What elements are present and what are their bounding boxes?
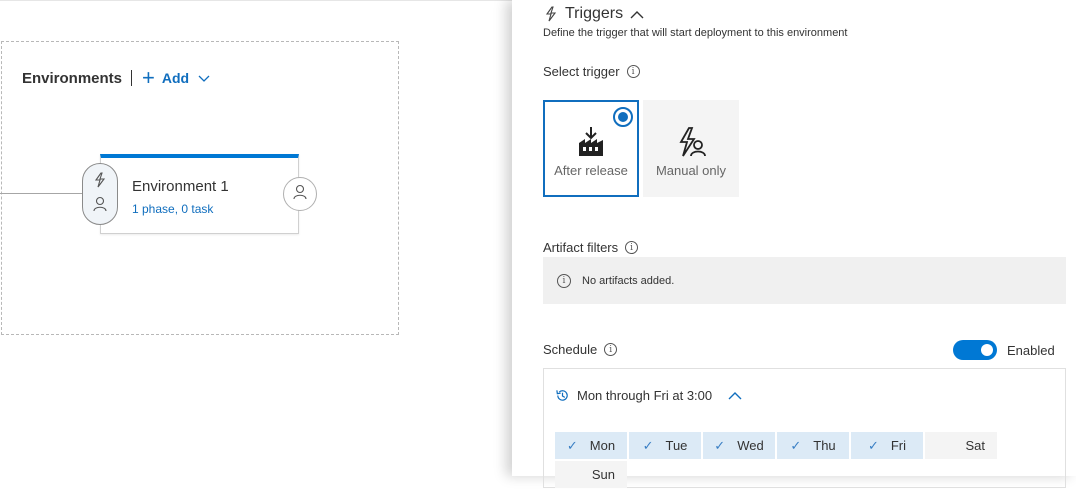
day-mon-toggle[interactable]: ✓ Mon [555,432,627,459]
check-icon: ✓ [642,437,654,453]
environment-tasks-link[interactable]: 1 phase, 0 task [132,202,213,216]
artifact-filters-message: i No artifacts added. [543,257,1066,304]
check-icon: ✓ [566,437,578,453]
day-sun-toggle[interactable]: Sun [555,461,627,488]
trigger-option-manual-only[interactable]: Manual only [643,100,739,197]
artifact-filters-text: Artifact filters [543,240,619,255]
day-fri-toggle[interactable]: ✓ Fri [851,432,923,459]
schedule-summary-toggle[interactable]: Mon through Fri at 3:00 [555,388,742,403]
environments-header: Environments + Add [22,65,210,90]
manual-only-label: Manual only [655,163,727,178]
day-label: Sun [591,467,615,482]
pre-deployment-conditions-button[interactable] [82,163,118,225]
person-icon [293,184,307,205]
triggers-section-header[interactable]: Triggers [543,5,644,23]
schedule-enabled-toggle[interactable] [953,340,997,360]
release-factory-icon [576,126,606,158]
select-trigger-label: Select trigger i [543,64,640,79]
no-artifacts-text: No artifacts added. [582,274,675,287]
pipeline-canvas: Environments + Add Environment 1 1 phase… [0,0,512,476]
check-icon: ✓ [790,437,802,453]
artifact-connector-line [0,193,84,194]
header-separator [131,70,133,86]
day-tue-toggle[interactable]: ✓ Tue [629,432,701,459]
schedule-container: Mon through Fri at 3:00 ✓ Mon ✓ Tue ✓ Wed ✓… [543,368,1066,488]
chevron-up-icon [728,391,742,400]
info-icon[interactable]: i [625,241,639,254]
select-trigger-text: Select trigger [543,64,620,79]
info-icon[interactable]: i [604,343,618,356]
schedule-summary-text: Mon through Fri at 3:00 [577,388,713,403]
environments-title: Environments [22,69,123,87]
canvas-top-divider [0,0,512,1]
plus-icon: + [142,65,155,90]
day-label: Mon [589,438,616,453]
day-sat-toggle[interactable]: Sat [925,432,997,459]
day-label: Sat [965,438,985,453]
after-release-label: After release [554,163,628,178]
chevron-up-icon [630,10,644,19]
environment-name: Environment 1 [132,178,229,195]
check-icon: ✓ [714,437,726,453]
selected-radio-icon [613,107,633,127]
lightning-icon [543,6,559,22]
history-clock-icon [555,388,570,403]
manual-trigger-icon [675,126,707,158]
schedule-toggle-label: Enabled [1007,343,1055,358]
schedule-text: Schedule [543,342,598,357]
environment-card[interactable]: Environment 1 1 phase, 0 task [100,154,299,234]
day-selector: ✓ Mon ✓ Tue ✓ Wed ✓ Thu ✓ Fri Sat Sun [555,432,1005,490]
day-thu-toggle[interactable]: ✓ Thu [777,432,849,459]
info-icon: i [557,273,571,288]
triggers-title: Triggers [565,5,624,22]
post-deployment-approvals-button[interactable] [283,177,317,211]
add-label: Add [161,70,190,86]
day-label: Thu [813,438,836,453]
triggers-panel: Triggers Define the trigger that will st… [512,0,1076,488]
chevron-down-icon [198,70,210,86]
approver-person-icon [93,196,107,217]
artifact-filters-label: Artifact filters i [543,240,639,255]
day-label: Tue [665,438,688,453]
day-label: Wed [737,438,764,453]
triggers-description: Define the trigger that will start deplo… [543,27,848,39]
trigger-option-after-release[interactable]: After release [543,100,639,197]
check-icon: ✓ [867,437,879,453]
add-environment-button[interactable]: + Add [142,65,210,90]
day-label: Fri [890,438,907,453]
info-icon[interactable]: i [626,65,640,78]
lightning-icon [92,171,108,193]
schedule-label: Schedule i [543,342,618,357]
day-wed-toggle[interactable]: ✓ Wed [703,432,775,459]
